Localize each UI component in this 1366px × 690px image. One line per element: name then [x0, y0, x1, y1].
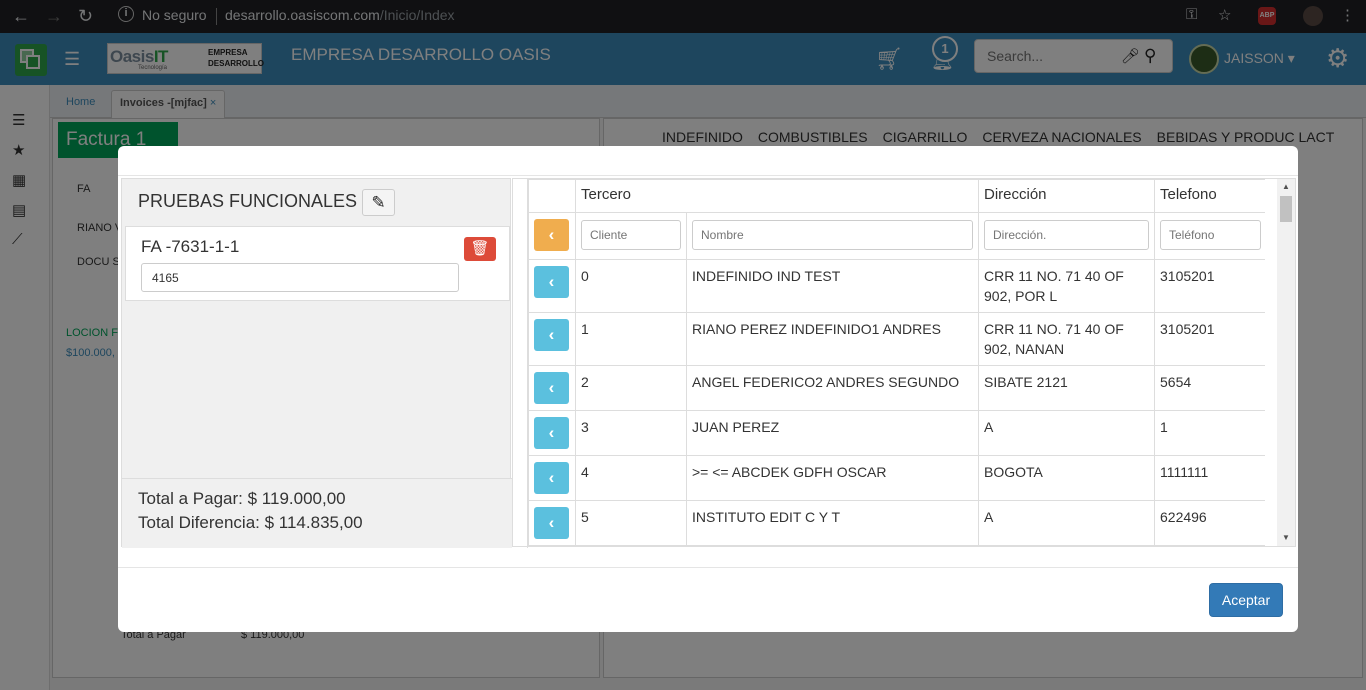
client-table: Tercero Dirección Telefono ‹ ‹ [528, 179, 1265, 546]
cell-name: INSTITUTO EDIT C Y T [686, 500, 979, 546]
delete-button[interactable]: 🗑︎ [464, 237, 496, 261]
cell-phone: 3105201 [1154, 259, 1265, 313]
cliente-filter[interactable] [581, 220, 681, 250]
cell-id: 0 [575, 259, 687, 313]
chevron-left-icon: ‹ [548, 423, 555, 442]
header-tercero: Tercero [575, 179, 979, 213]
cell-address: A [978, 500, 1155, 546]
select-row-button[interactable]: ‹ [534, 462, 569, 494]
table-row[interactable]: ‹ 3 JUAN PEREZ A 1 [528, 410, 1265, 456]
cell-address: BOGOTA [978, 455, 1155, 501]
cell-phone: 1111111 [1154, 455, 1265, 501]
table-row[interactable]: ‹ 5 INSTITUTO EDIT C Y T A 622496 [528, 500, 1265, 546]
cell-id: 2 [575, 365, 687, 411]
table-row[interactable]: ‹ 1 RIANO PEREZ INDEFINIDO1 ANDRES CRR 1… [528, 312, 1265, 366]
total-diferencia: Total Diferencia: $ 114.835,00 [138, 513, 363, 532]
cell-name: ANGEL FEDERICO2 ANDRES SEGUNDO [686, 365, 979, 411]
client-title: PRUEBAS FUNCIONALES [138, 191, 358, 211]
cell-phone: 5654 [1154, 365, 1265, 411]
scroll-down-icon[interactable]: ▼ [1282, 533, 1290, 542]
cell-name: RIANO PEREZ INDEFINIDO1 ANDRES [686, 312, 979, 366]
chevron-left-icon: ‹ [548, 378, 555, 397]
select-row-button[interactable]: ‹ [534, 319, 569, 351]
header-direccion: Dirección [978, 179, 1155, 213]
nombre-filter[interactable] [692, 220, 973, 250]
table-header-row: Tercero Dirección Telefono [528, 179, 1265, 213]
client-table-panel: Tercero Dirección Telefono ‹ ‹ [512, 178, 1296, 548]
cell-address: CRR 11 NO. 71 40 OF 902, POR L [978, 259, 1155, 313]
cell-id: 1 [575, 312, 687, 366]
cell-name: INDEFINIDO IND TEST [686, 259, 979, 313]
totals: Total a Pagar: $ 119.000,00 Total Difere… [122, 478, 512, 548]
invoice-card: FA -7631-1-1 🗑︎ [125, 226, 510, 301]
table-row[interactable]: ‹ 4 >= <= ABCDEK GDFH OSCAR BOGOTA 11111… [528, 455, 1265, 501]
chevron-left-icon: ‹ [548, 325, 555, 344]
select-row-button[interactable]: ‹ [534, 507, 569, 539]
cell-id: 5 [575, 500, 687, 546]
back-button[interactable]: ‹ [534, 219, 569, 251]
edit-button[interactable]: ✎ [362, 189, 395, 216]
cell-phone: 3105201 [1154, 312, 1265, 366]
trash-icon: 🗑︎ [470, 240, 490, 257]
cell-name: JUAN PEREZ [686, 410, 979, 456]
table-row[interactable]: ‹ 2 ANGEL FEDERICO2 ANDRES SEGUNDO SIBAT… [528, 365, 1265, 411]
scrollbar-thumb[interactable] [1280, 196, 1292, 222]
cell-phone: 622496 [1154, 500, 1265, 546]
table-row[interactable]: ‹ 0 INDEFINIDO IND TEST CRR 11 NO. 71 40… [528, 259, 1265, 313]
amount-input[interactable] [141, 263, 459, 292]
telefono-filter[interactable] [1160, 220, 1261, 250]
direccion-filter[interactable] [984, 220, 1149, 250]
cell-id: 4 [575, 455, 687, 501]
cell-address: CRR 11 NO. 71 40 OF 902, NANAN [978, 312, 1155, 366]
accept-button[interactable]: Aceptar [1209, 583, 1283, 617]
cell-id: 3 [575, 410, 687, 456]
invoice-summary-panel: PRUEBAS FUNCIONALES ✎ FA -7631-1-1 🗑︎ To… [121, 178, 512, 548]
scrollbar[interactable]: ▲ ▼ [1277, 179, 1295, 546]
header-telefono: Telefono [1154, 179, 1265, 213]
cell-address: SIBATE 2121 [978, 365, 1155, 411]
pencil-icon: ✎ [371, 193, 386, 212]
select-row-button[interactable]: ‹ [534, 266, 569, 298]
chevron-left-icon: ‹ [548, 468, 555, 487]
cell-name: >= <= ABCDEK GDFH OSCAR [686, 455, 979, 501]
select-row-button[interactable]: ‹ [534, 417, 569, 449]
table-scroll-area[interactable]: Tercero Dirección Telefono ‹ ‹ [527, 179, 1265, 548]
invoice-number: FA -7631-1-1 [141, 237, 240, 256]
chevron-left-icon: ‹ [548, 225, 555, 244]
scroll-up-icon[interactable]: ▲ [1282, 182, 1290, 191]
select-row-button[interactable]: ‹ [534, 372, 569, 404]
modal-header [118, 146, 1298, 176]
chevron-left-icon: ‹ [548, 272, 555, 291]
filter-row: ‹ [528, 212, 1265, 260]
modal-footer [118, 567, 1298, 632]
total-pagar: Total a Pagar: $ 119.000,00 [138, 489, 346, 508]
client-select-modal: PRUEBAS FUNCIONALES ✎ FA -7631-1-1 🗑︎ To… [118, 146, 1298, 632]
chevron-left-icon: ‹ [548, 513, 555, 532]
header-blank [528, 179, 576, 213]
cell-phone: 1 [1154, 410, 1265, 456]
cell-address: A [978, 410, 1155, 456]
